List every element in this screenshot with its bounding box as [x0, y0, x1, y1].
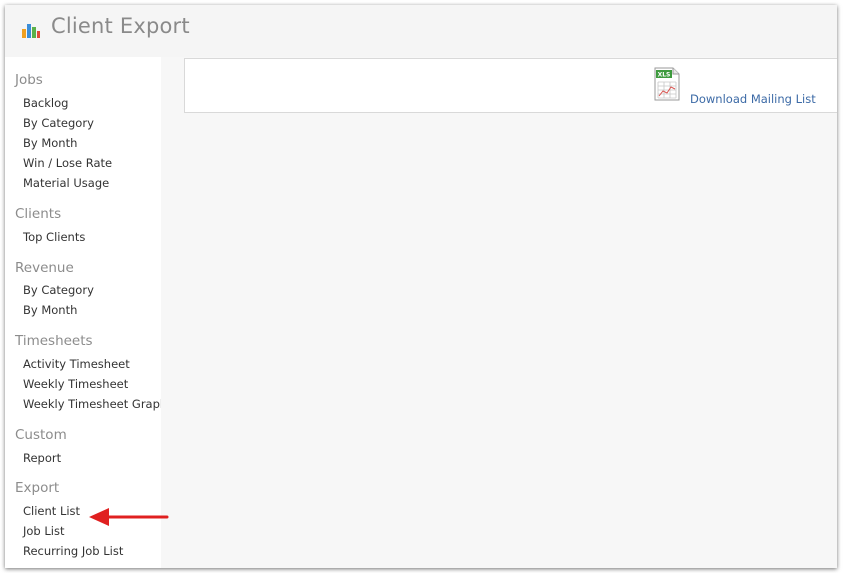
- sidebar-item-activity-timesheet[interactable]: Activity Timesheet: [23, 357, 130, 371]
- sidebar: Jobs Backlog By Category By Month Win / …: [5, 57, 167, 568]
- sidebar-item-backlog[interactable]: Backlog: [23, 96, 68, 110]
- sidebar-item-jobs-by-month[interactable]: By Month: [23, 136, 77, 150]
- section-title-revenue: Revenue: [15, 260, 74, 276]
- sidebar-item-job-list[interactable]: Job List: [23, 524, 65, 538]
- red-arrow-annotation: [89, 508, 169, 526]
- section-title-jobs: Jobs: [15, 72, 43, 88]
- section-title-timesheets: Timesheets: [15, 333, 93, 349]
- sidebar-item-weekly-timesheet[interactable]: Weekly Timesheet: [23, 377, 128, 391]
- download-mailing-list-link[interactable]: Download Mailing List: [690, 92, 816, 106]
- sidebar-item-material-usage[interactable]: Material Usage: [23, 176, 109, 190]
- xls-file-icon[interactable]: XLS: [654, 67, 680, 101]
- bar-chart-icon: [22, 24, 40, 38]
- sidebar-item-recurring-job-list[interactable]: Recurring Job List: [23, 544, 123, 558]
- export-panel: XLS Download Mailing List: [184, 58, 837, 113]
- sidebar-item-win-lose-rate[interactable]: Win / Lose Rate: [23, 156, 112, 170]
- sidebar-item-revenue-by-category[interactable]: By Category: [23, 283, 94, 297]
- app-window: Client Export Jobs Backlog By Category B…: [5, 5, 837, 568]
- section-title-clients: Clients: [15, 206, 62, 222]
- section-title-custom: Custom: [15, 427, 67, 443]
- section-title-export: Export: [15, 480, 60, 496]
- sidebar-item-report[interactable]: Report: [23, 451, 61, 465]
- sidebar-item-top-clients[interactable]: Top Clients: [23, 230, 85, 244]
- sidebar-item-revenue-by-month[interactable]: By Month: [23, 303, 77, 317]
- page-title: Client Export: [51, 14, 190, 38]
- sidebar-item-jobs-by-category[interactable]: By Category: [23, 116, 94, 130]
- main-content: XLS Download Mailing List: [161, 57, 837, 568]
- xls-icon-label: XLS: [658, 72, 671, 79]
- sidebar-item-client-list[interactable]: Client List: [23, 504, 80, 518]
- sidebar-item-weekly-timesheet-graph[interactable]: Weekly Timesheet Graph: [23, 397, 167, 411]
- header: Client Export: [5, 5, 837, 57]
